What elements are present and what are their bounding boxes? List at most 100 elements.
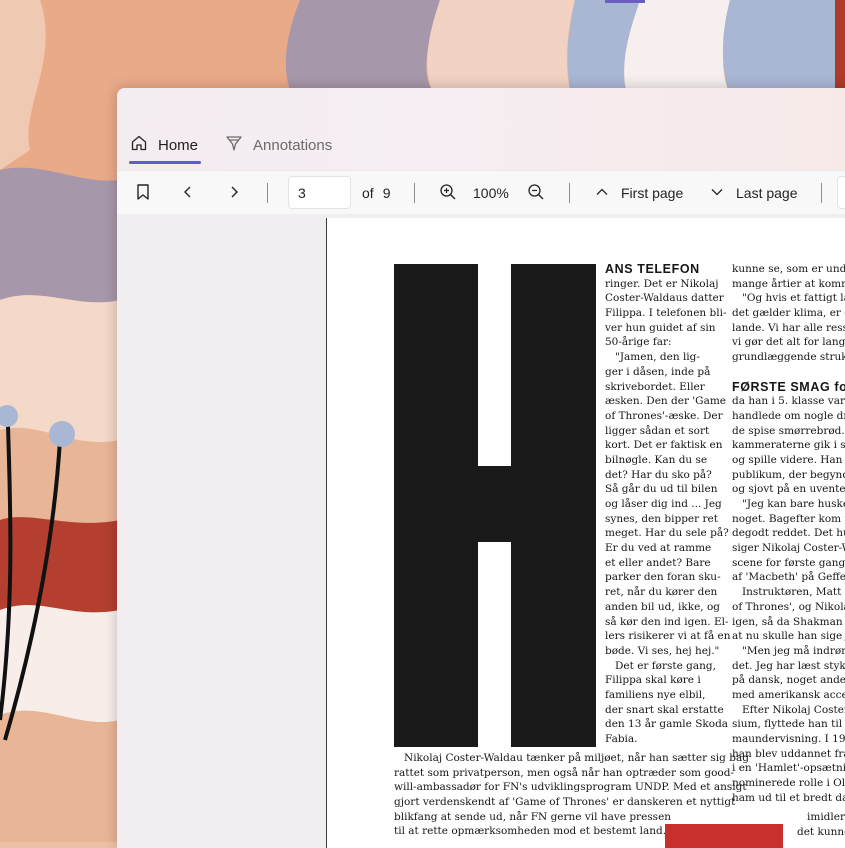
text-line: ret, når du kører den (605, 586, 718, 599)
chevron-up-icon (595, 185, 609, 202)
red-graphic-block (665, 824, 783, 848)
divider (569, 183, 570, 203)
chevron-down-icon (710, 185, 724, 202)
text-line: Instruktøren, Matt Sh (742, 586, 845, 599)
text-line: handlede om nogle dre (732, 409, 845, 422)
text-line: FØRSTE SMAG for at (732, 379, 845, 394)
last-page-button[interactable]: Last page (710, 171, 798, 215)
first-page-button[interactable]: First page (595, 171, 683, 215)
text-line: ligger sådan et sort (605, 424, 710, 437)
divider (267, 183, 268, 203)
text-line: så kør den ind igen. El- (605, 615, 729, 628)
text-line: Filippa. I telefonen bli- (605, 307, 727, 320)
search-field[interactable] (837, 176, 845, 209)
text-line: kunne se, som er undta (732, 263, 845, 275)
text-line: på dansk, noget andet e (732, 674, 845, 687)
drop-cap-letter (394, 264, 596, 747)
of-text: of (362, 185, 374, 201)
text-line: "Men jeg må indrømm (742, 644, 845, 657)
previous-page-button[interactable] (181, 171, 195, 215)
page-of-label: of 9 (362, 171, 390, 215)
text-line: meget. Har du sele på? (605, 527, 729, 540)
tab-annotations-label: Annotations (253, 136, 333, 154)
text-line: will-ambassadør for FN's udviklingsprogr… (394, 781, 747, 794)
chevron-left-icon (181, 185, 195, 202)
text-line: af 'Macbeth' på Geffen I (732, 571, 845, 584)
text-line: "Jamen, den lig- (615, 351, 700, 364)
text-line: maundervisning. I 1989 (732, 733, 845, 745)
bookmark-button[interactable] (135, 171, 151, 215)
page-number-input[interactable] (288, 176, 351, 209)
text-line: ringer. Det er Nikolaj (605, 277, 719, 290)
text-line: æsken. Den der 'Game (605, 395, 727, 408)
pdf-page: ANS TELEFON ringer. Det er Nikolaj Coster-… (326, 218, 845, 848)
text-line: "Og hvis et fattigt lan (742, 292, 845, 305)
text-line: ham ud til et bredt dans (732, 791, 845, 804)
text-line: ANS TELEFON (605, 262, 700, 276)
chevron-right-icon (227, 185, 241, 202)
active-tab-indicator (129, 161, 201, 164)
text-line: Filippa skal køre i (605, 674, 701, 687)
divider (821, 183, 822, 203)
text-line: kort. Det er faktisk en (605, 439, 723, 452)
text-line: bilnøgle. Kan du se (605, 453, 708, 466)
toolbar: of 9 100% First page Last page (117, 170, 845, 216)
text-line: med amerikansk accen (732, 688, 845, 701)
zoom-in-icon (439, 183, 457, 204)
text-line: lers risikerer vi at få en (605, 630, 731, 643)
text-line: publikum, der begyndt (732, 468, 845, 481)
zoom-in-button[interactable] (439, 171, 457, 215)
text-line: og låser dig ind ... Jeg (605, 498, 722, 510)
total-pages: 9 (382, 185, 391, 201)
text-line (732, 365, 845, 380)
text-line: parker den foran sku- (605, 571, 721, 584)
text-line: da han i 5. klasse var me (732, 395, 845, 408)
zoom-out-button[interactable] (527, 171, 545, 215)
text-line: gjort verdenskendt af 'Game of Thrones' … (394, 796, 736, 809)
text-line: synes, den bipper ret (605, 512, 718, 525)
text-line: de spise smørrebrød. M (732, 424, 845, 437)
pen-icon (225, 134, 243, 156)
title-bar: Home Annotations (117, 88, 845, 170)
text-line: Coster-Waldaus datter (605, 292, 724, 305)
text-line: igen, så da Shakman rin (732, 615, 845, 628)
text-line: det kunne (797, 825, 845, 838)
text-line: blikfang at sende ud, når FN gerne vil h… (394, 810, 672, 823)
text-line: rattet som privatperson, men også når ha… (394, 766, 734, 779)
text-line: vi gør det alt for langsom (732, 336, 845, 349)
text-line: sium, flyttede han til K (732, 718, 845, 731)
text-line: Nikolaj Coster-Waldau tænker på miljøet,… (404, 752, 749, 764)
text-line: Efter Nikolaj Coster-V (742, 703, 845, 716)
text-line: "Jeg kan bare huske, a (742, 498, 845, 510)
bookmark-icon (135, 183, 151, 204)
text-line: der snart skal erstatte (605, 703, 724, 716)
zoom-level[interactable]: 100% (473, 171, 509, 215)
article-tail-text: imidlertio det kunne (797, 810, 845, 839)
text-line: det. Jeg har læst stykke (732, 659, 845, 672)
text-line: ver hun guidet af sin (605, 321, 716, 334)
tab-annotations[interactable]: Annotations (225, 126, 332, 164)
text-line: Er du ved at ramme (605, 542, 712, 555)
text-line: imidlertio (807, 811, 845, 823)
divider (414, 183, 415, 203)
text-line: skrivebordet. Eller (605, 380, 705, 393)
text-line: og spille videre. Han ka (732, 453, 845, 466)
article-column-1: ANS TELEFON ringer. Det er Nikolaj Coster-… (605, 262, 731, 747)
first-page-label: First page (621, 185, 684, 201)
text-line: noget. Bagefter kom mi (732, 512, 845, 525)
text-line: et eller andet? Bare (605, 556, 711, 569)
text-line: ger i dåsen, inde på (605, 365, 711, 378)
text-line: mange årtier at komme (732, 277, 845, 290)
article-column-2: kunne se, som er undta mange årtier at ko… (732, 262, 845, 805)
text-line: nominerede rolle i Ole B (732, 777, 845, 790)
text-line: 50-årige far: (605, 336, 672, 349)
text-line: det? Har du sko på? (605, 468, 712, 481)
text-line: siger Nikolaj Coster-Wa (732, 542, 845, 555)
text-line: kammeraterne gik i stå (732, 439, 845, 452)
text-line: Det er første gang, (615, 659, 716, 672)
text-line: lande. Vi har alle ressou (732, 321, 845, 334)
tab-home[interactable]: Home (130, 126, 198, 164)
next-page-button[interactable] (227, 171, 241, 215)
text-line: anden bil ud, ikke, og (605, 600, 721, 613)
text-line: Fabia. (605, 733, 638, 745)
